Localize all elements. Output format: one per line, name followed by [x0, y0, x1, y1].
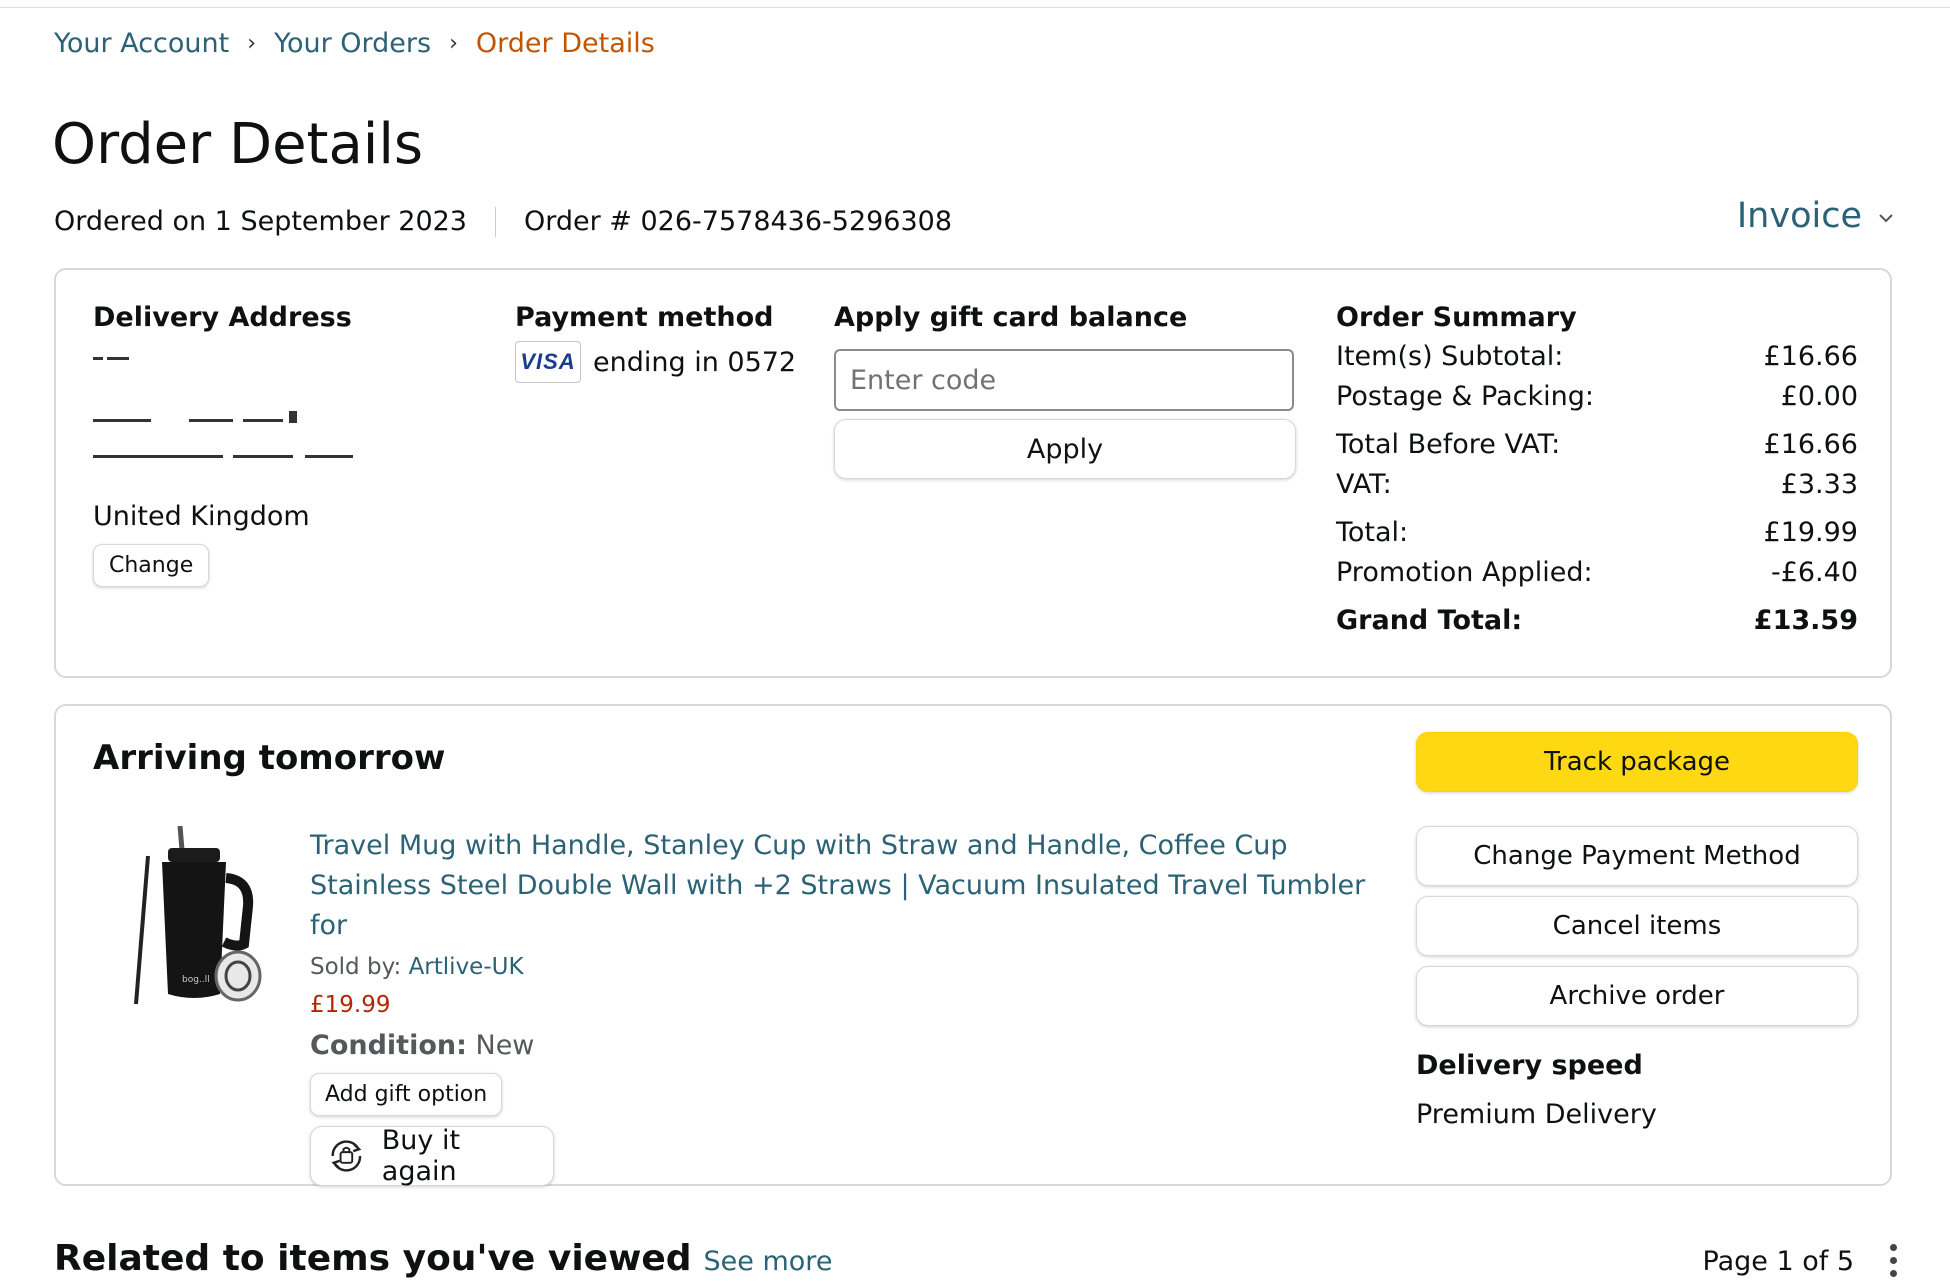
condition-value: New [475, 1030, 535, 1061]
buy-again-icon [331, 1140, 362, 1172]
redacted-address-line [93, 335, 453, 375]
ordered-on: Ordered on 1 September 2023 [54, 206, 467, 237]
archive-order-button[interactable]: Archive order [1416, 966, 1858, 1026]
summary-row-promotion: Promotion Applied: -£6.40 [1336, 553, 1858, 593]
related-items-header: Related to items you've viewed See more [54, 1238, 832, 1279]
summary-row-subtotal: Item(s) Subtotal: £16.66 [1336, 337, 1858, 377]
payment-method-section: Payment method VISA ending in 0572 [515, 302, 815, 383]
visa-card-icon: VISA [515, 341, 581, 383]
payment-method-title: Payment method [515, 302, 774, 333]
shipment-actions: Track package Change Payment Method Canc… [1416, 732, 1858, 1130]
breadcrumb-separator-icon: › [449, 31, 458, 56]
gift-card-title: Apply gift card balance [834, 302, 1188, 333]
card-ending: ending in 0572 [593, 346, 797, 378]
summary-value: £19.99 [1763, 517, 1858, 548]
product-condition: Condition: New [310, 1030, 1430, 1061]
breadcrumb-current: Order Details [475, 28, 655, 59]
breadcrumb: Your Account › Your Orders › Order Detai… [54, 28, 655, 59]
order-summary-card: Delivery Address United Kingdom Change P… [54, 268, 1892, 678]
sold-by-label: Sold by: [310, 954, 402, 980]
delivery-speed-title: Delivery speed [1416, 1050, 1643, 1081]
summary-label: Postage & Packing: [1336, 381, 1594, 412]
summary-row-postage: Postage & Packing: £0.00 [1336, 377, 1858, 417]
cancel-items-button[interactable]: Cancel items [1416, 896, 1858, 956]
product-price: £19.99 [310, 992, 391, 1018]
product-info: Travel Mug with Handle, Stanley Cup with… [310, 826, 1430, 1187]
product-title-link[interactable]: Travel Mug with Handle, Stanley Cup with… [310, 826, 1390, 946]
sold-by: Sold by: Artlive-UK [310, 954, 1430, 980]
summary-label: Grand Total: [1336, 605, 1523, 636]
order-meta: Ordered on 1 September 2023 Order # 026-… [54, 206, 952, 237]
condition-label: Condition: [310, 1030, 467, 1061]
top-divider [0, 7, 1950, 8]
redacted-address-line [93, 375, 453, 415]
shipment-status-title: Arriving tomorrow [93, 738, 446, 778]
invoice-label: Invoice [1736, 196, 1862, 236]
order-summary-title: Order Summary [1336, 302, 1577, 333]
summary-row-total-before-vat: Total Before VAT: £16.66 [1336, 425, 1858, 465]
invoice-dropdown[interactable]: Invoice [1737, 196, 1894, 236]
track-package-button[interactable]: Track package [1416, 732, 1858, 792]
more-options-icon[interactable] [1888, 1244, 1898, 1284]
gift-card-code-input[interactable] [834, 349, 1294, 411]
summary-label: Item(s) Subtotal: [1336, 341, 1564, 372]
seller-link[interactable]: Artlive-UK [409, 954, 524, 980]
summary-label: VAT: [1336, 469, 1392, 500]
payment-card-row: VISA ending in 0572 [515, 341, 815, 383]
svg-text:bog..ll: bog..ll [182, 975, 210, 985]
buy-it-again-label: Buy it again [381, 1125, 461, 1187]
summary-value: £16.66 [1763, 429, 1858, 460]
delivery-address-section: Delivery Address United Kingdom Change [93, 302, 453, 587]
add-gift-option-button[interactable]: Add gift option [310, 1073, 503, 1116]
summary-value: £3.33 [1780, 469, 1858, 500]
breadcrumb-your-orders[interactable]: Your Orders [274, 28, 431, 59]
summary-label: Total: [1336, 517, 1409, 548]
summary-row-total: Total: £19.99 [1336, 513, 1858, 553]
summary-row-grand-total: Grand Total: £13.59 [1336, 601, 1858, 641]
summary-value: £16.66 [1763, 341, 1858, 372]
redacted-address-line [93, 411, 453, 455]
summary-value: -£6.40 [1770, 557, 1858, 588]
related-items-title: Related to items you've viewed [54, 1238, 692, 1279]
summary-label: Promotion Applied: [1336, 557, 1593, 588]
delivery-speed-value: Premium Delivery [1416, 1099, 1657, 1130]
chevron-down-icon [1878, 204, 1894, 228]
breadcrumb-your-account[interactable]: Your Account [54, 28, 229, 59]
address-country: United Kingdom [93, 501, 310, 532]
gift-card-section: Apply gift card balance Apply [834, 302, 1298, 479]
change-payment-method-button[interactable]: Change Payment Method [1416, 826, 1858, 886]
buy-it-again-button[interactable]: Buy it again [310, 1125, 554, 1187]
summary-row-vat: VAT: £3.33 [1336, 465, 1858, 505]
summary-value: £13.59 [1753, 605, 1858, 636]
order-number: Order # 026-7578436-5296308 [523, 206, 953, 237]
meta-divider [494, 206, 496, 237]
shipment-card: Arriving tomorrow bog..ll Travel Mug wit… [54, 704, 1892, 1187]
change-address-button[interactable]: Change [93, 544, 210, 587]
see-more-link[interactable]: See more [704, 1246, 833, 1277]
carousel-pager: Page 1 of 5 [1702, 1246, 1855, 1277]
redacted-address-line [93, 455, 453, 495]
summary-value: £0.00 [1780, 381, 1858, 412]
page-title: Order Details [52, 112, 424, 177]
delivery-address-title: Delivery Address [93, 302, 352, 333]
apply-gift-card-button[interactable]: Apply [834, 419, 1296, 479]
breadcrumb-separator-icon: › [247, 31, 257, 56]
travel-mug-image[interactable]: bog..ll [126, 825, 276, 1006]
summary-label: Total Before VAT: [1336, 429, 1561, 460]
order-summary-section: Order Summary Item(s) Subtotal: £16.66 P… [1336, 302, 1858, 641]
